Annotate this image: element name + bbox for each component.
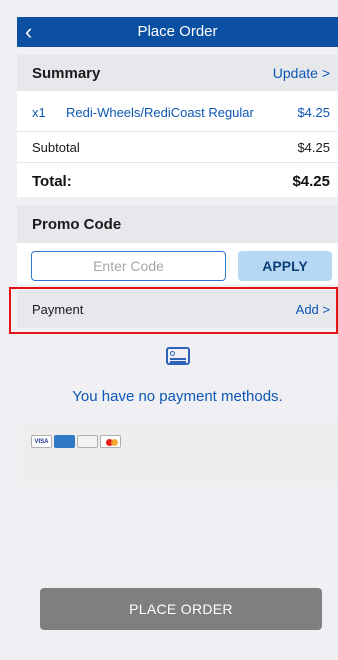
no-payment-methods-text: You have no payment methods. xyxy=(72,388,283,405)
add-payment-link[interactable]: Add > xyxy=(296,302,330,317)
total-label: Total: xyxy=(32,173,72,190)
item-name: Redi-Wheels/RediCoast Regular xyxy=(66,105,254,120)
payment-label: Payment xyxy=(32,302,84,317)
amex-logo-icon xyxy=(54,435,75,448)
credit-card-icon xyxy=(166,347,190,365)
subtotal-value: $4.25 xyxy=(297,140,330,155)
subtotal-row: Subtotal $4.25 xyxy=(17,132,338,163)
promo-section-header: Promo Code xyxy=(17,205,338,243)
subtotal-label: Subtotal xyxy=(32,140,80,155)
order-item-row: x1 Redi-Wheels/RediCoast Regular $4.25 xyxy=(17,91,338,132)
promo-code-label: Promo Code xyxy=(32,216,122,233)
header-bar: ‹ Place Order xyxy=(17,17,338,47)
promo-code-area: APPLY xyxy=(17,243,338,285)
order-summary-list: x1 Redi-Wheels/RediCoast Regular $4.25 S… xyxy=(17,91,338,197)
place-order-screen: ‹ Place Order Summary Update > x1 Redi-W… xyxy=(0,0,338,660)
total-row: Total: $4.25 xyxy=(17,163,338,197)
promo-code-input[interactable] xyxy=(31,251,226,281)
item-quantity: x1 xyxy=(32,105,46,120)
accepted-cards-area: VISA xyxy=(17,422,338,486)
page-title: Place Order xyxy=(137,23,218,40)
visa-logo-icon: VISA xyxy=(31,435,52,448)
apply-button[interactable]: APPLY xyxy=(238,251,332,281)
item-price: $4.25 xyxy=(297,105,330,120)
summary-label: Summary xyxy=(32,65,101,82)
total-value: $4.25 xyxy=(292,173,330,190)
payment-section-header: Payment Add > xyxy=(17,290,338,328)
update-link[interactable]: Update > xyxy=(273,65,330,81)
mastercard-logo-icon xyxy=(100,435,121,448)
summary-section-header: Summary Update > xyxy=(17,55,338,91)
place-order-button[interactable]: PLACE ORDER xyxy=(40,588,322,630)
discover-logo-icon xyxy=(77,435,98,448)
